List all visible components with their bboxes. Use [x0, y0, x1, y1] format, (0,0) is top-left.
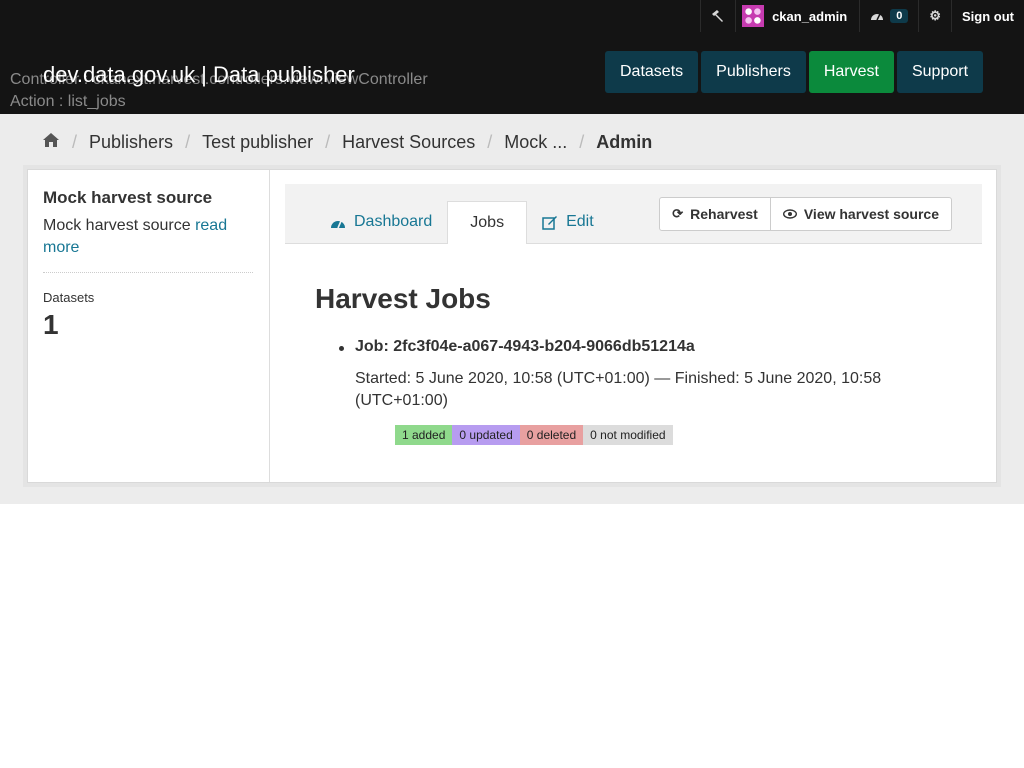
- job-stats: 1 added 0 updated 0 deleted 0 not modifi…: [395, 425, 673, 445]
- stat-added-badge: 1 added: [395, 425, 453, 445]
- job-link[interactable]: Job: 2fc3f04e-a067-4943-b204-9066db51214…: [355, 338, 695, 356]
- datasets-label: Datasets: [43, 290, 95, 305]
- sign-out-link[interactable]: Sign out: [951, 0, 1024, 32]
- tab-edit[interactable]: Edit: [527, 201, 609, 243]
- user-link[interactable]: ckan_admin: [735, 0, 859, 32]
- source-title: Mock harvest source: [43, 188, 213, 207]
- stat-deleted-badge: 0 deleted: [519, 425, 584, 445]
- tab-dashboard[interactable]: Dashboard: [315, 201, 447, 243]
- action-buttons: ⟳ Reharvest View harvest source: [659, 197, 952, 231]
- nav-support[interactable]: Support: [896, 51, 984, 93]
- breadcrumb-separator: /: [579, 132, 585, 152]
- breadcrumb-separator: /: [487, 132, 493, 152]
- nav-publishers[interactable]: Publishers: [701, 51, 806, 93]
- breadcrumb-test-publisher[interactable]: Test publisher: [202, 132, 313, 153]
- view-harvest-source-label: View harvest source: [803, 206, 939, 222]
- settings-link[interactable]: ⚙: [918, 0, 951, 32]
- breadcrumb-separator: /: [72, 132, 78, 152]
- masthead: ckan_admin 0 ⚙ Sign out Controller : cka…: [0, 0, 1024, 114]
- gear-icon: ⚙: [929, 8, 941, 23]
- view-harvest-source-button[interactable]: View harvest source: [770, 197, 952, 231]
- job-times: Started: 5 June 2020, 10:58 (UTC+01:00) …: [355, 370, 882, 409]
- secondary-sidebar: Mock harvest source Mock harvest source …: [28, 170, 270, 482]
- site-title[interactable]: dev.data.gov.uk | Data publisher: [43, 62, 355, 88]
- stat-not-modified-badge: 0 not modified: [583, 425, 673, 445]
- page-title: Harvest Jobs: [315, 283, 491, 314]
- tab-edit-label: Edit: [566, 213, 594, 230]
- breadcrumb-home[interactable]: [42, 131, 60, 154]
- dashboard-link[interactable]: 0: [859, 0, 918, 32]
- tab-dashboard-label: Dashboard: [354, 213, 433, 230]
- page-header: Dashboard Jobs Edit ⟳ Reharvest View har…: [285, 184, 982, 244]
- refresh-icon: ⟳: [672, 206, 684, 221]
- divider: [43, 272, 253, 273]
- main-wrapper: Mock harvest source Mock harvest source …: [27, 169, 997, 483]
- tab-jobs[interactable]: Jobs: [447, 201, 528, 244]
- breadcrumb-admin[interactable]: Admin: [596, 132, 652, 153]
- list-bullet: [339, 346, 344, 351]
- tab-list: Dashboard Jobs Edit: [315, 201, 609, 244]
- main-nav: Datasets Publishers Harvest Support: [605, 51, 984, 93]
- debug-action: Action : list_jobs: [10, 93, 126, 110]
- sysadmin-link[interactable]: [700, 0, 735, 32]
- dashboard-count-badge: 0: [890, 9, 909, 23]
- avatar: [742, 5, 765, 27]
- home-icon: [43, 133, 59, 147]
- breadcrumb-harvest-sources[interactable]: Harvest Sources: [342, 132, 475, 153]
- reharvest-button[interactable]: ⟳ Reharvest: [659, 197, 771, 231]
- nav-datasets[interactable]: Datasets: [605, 51, 699, 93]
- hammer-icon: [712, 10, 724, 22]
- username: ckan_admin: [772, 8, 848, 24]
- datasets-count: 1: [43, 309, 59, 340]
- dashboard-icon: [871, 13, 884, 21]
- source-description: Mock harvest source read more: [43, 215, 253, 259]
- breadcrumb-publishers[interactable]: Publishers: [89, 132, 173, 153]
- reharvest-label: Reharvest: [690, 206, 758, 222]
- breadcrumb: / Publishers / Test publisher / Harvest …: [42, 131, 652, 154]
- stat-updated-badge: 0 updated: [452, 425, 520, 445]
- edit-icon: [542, 215, 558, 230]
- breadcrumb-separator: /: [325, 132, 331, 152]
- nav-harvest[interactable]: Harvest: [808, 51, 894, 93]
- breadcrumb-mock[interactable]: Mock ...: [504, 132, 567, 153]
- dashboard-icon: [331, 220, 345, 228]
- account-bar: ckan_admin 0 ⚙ Sign out: [700, 0, 1024, 32]
- breadcrumb-separator: /: [185, 132, 191, 152]
- eye-icon: [782, 209, 797, 219]
- source-description-text: Mock harvest source: [43, 217, 196, 234]
